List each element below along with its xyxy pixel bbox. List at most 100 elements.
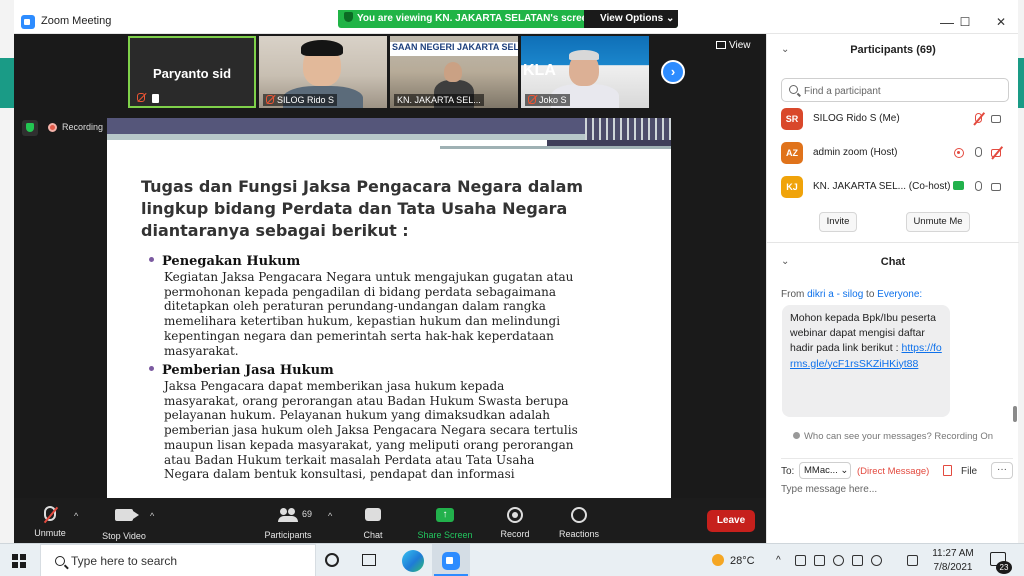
recording-label: Recording: [62, 122, 104, 132]
mic-muted-icon[interactable]: [973, 112, 985, 126]
participant-row[interactable]: SR SILOG Rido S (Me): [781, 108, 1011, 132]
mic-icon[interactable]: [973, 181, 985, 193]
view-button[interactable]: View: [716, 40, 751, 51]
pin-icon: [152, 94, 159, 103]
tray-app-icon[interactable]: [871, 555, 882, 566]
record-button[interactable]: Record: [498, 506, 532, 539]
slide-bullet: Pemberian Jasa Hukum Jaksa Pengacara dap…: [149, 363, 649, 482]
participant-hair: [569, 50, 599, 60]
video-tile[interactable]: SAAN NEGERI JAKARTA SELATA KN. JAKARTA S…: [390, 36, 518, 108]
person-icon: [792, 432, 800, 439]
participant-head: [444, 62, 462, 82]
reactions-button[interactable]: Reactions: [558, 506, 600, 539]
participants-title: Participants (69): [850, 44, 936, 56]
taskbar-clock[interactable]: 11:27 AM 7/8/2021: [926, 547, 980, 575]
share-screen-button[interactable]: ↑ Share Screen: [414, 506, 476, 540]
sender-name[interactable]: dikri a - silog: [807, 289, 863, 300]
shield-icon: [344, 12, 353, 22]
unmute-button[interactable]: Unmute: [32, 506, 68, 538]
background-accent: [0, 58, 14, 108]
cortana-icon[interactable]: [325, 553, 339, 567]
zoom-taskbar-icon[interactable]: [442, 552, 460, 570]
task-view-icon[interactable]: [362, 554, 376, 566]
video-tile[interactable]: Paryanto sid: [128, 36, 256, 108]
slide-bullet: Penegakan Hukum Kegiatan Jaksa Pengacara…: [149, 254, 649, 358]
banner-text: You are viewing KN. JAKARTA SELATAN's sc…: [357, 13, 594, 24]
chat-title: Chat: [880, 256, 906, 268]
tray-app-icon[interactable]: [795, 555, 806, 566]
tray-overflow-button[interactable]: ^: [776, 555, 781, 566]
weather-sun-icon: [712, 554, 724, 566]
mic-icon[interactable]: [973, 147, 985, 159]
background-right: [1018, 0, 1024, 543]
bullet-title: Pemberian Jasa Hukum: [162, 363, 334, 378]
unmute-me-button[interactable]: Unmute Me: [906, 212, 970, 232]
camera-icon[interactable]: [991, 181, 1003, 193]
search-icon: [55, 556, 65, 566]
chat-button[interactable]: Chat: [358, 506, 388, 540]
stop-video-button[interactable]: Stop Video: [98, 506, 150, 541]
participants-caret[interactable]: ^: [328, 511, 332, 521]
shield-icon[interactable]: [22, 120, 38, 136]
participants-label: Participants: [264, 530, 312, 540]
bullet-dot: [149, 366, 154, 371]
unmute-label: Unmute: [34, 528, 66, 538]
chat-input[interactable]: Type message here...: [781, 484, 877, 495]
bullet-text: Kegiatan Jaksa Pengacara Negara untuk me…: [164, 270, 574, 358]
weather-widget[interactable]: 28°C: [712, 554, 755, 567]
video-icon: [115, 509, 139, 521]
invite-button[interactable]: Invite: [819, 212, 857, 232]
close-button[interactable]: ✕: [984, 13, 1018, 31]
tray-app-icon[interactable]: [833, 555, 844, 566]
mic-muted-icon: [137, 93, 145, 102]
tray-app-icon[interactable]: [814, 555, 825, 566]
bullet-text: Jaksa Pengacara dapat memberikan jasa hu…: [164, 379, 578, 482]
participant-hair: [301, 40, 343, 56]
who-can-see-notice[interactable]: Who can see your messages? Recording On: [767, 431, 1019, 442]
background-brand: KLA: [523, 62, 556, 79]
view-label: View: [729, 40, 751, 51]
slide-heading: Tugas dan Fungsi Jaksa Pengacara Negara …: [141, 177, 584, 240]
leave-button[interactable]: Leave: [707, 510, 755, 532]
recording-indicator[interactable]: Recording: [48, 122, 103, 132]
file-button[interactable]: File: [961, 466, 977, 477]
tile-name: SILOG Rido S: [277, 95, 335, 105]
record-icon: [507, 507, 523, 523]
tray-app-icon[interactable]: [852, 555, 863, 566]
view-options-button[interactable]: View Options ⌄: [584, 10, 678, 28]
video-strip: Paryanto sid SILOG Rido S SAAN NEGERI JA…: [14, 34, 766, 112]
volume-icon[interactable]: [907, 555, 918, 566]
participant-row[interactable]: KJ KN. JAKARTA SEL... (Co-host): [781, 176, 1011, 200]
tile-name: Joko S: [539, 95, 567, 105]
participant-search-input[interactable]: [804, 83, 1004, 99]
video-tile[interactable]: SILOG Rido S: [259, 36, 387, 108]
video-options-caret[interactable]: ^: [150, 511, 154, 521]
video-tile[interactable]: KLA Joko S: [521, 36, 649, 108]
windows-start-icon[interactable]: [12, 554, 26, 568]
search-icon: [789, 85, 798, 94]
maximize-button[interactable]: ☐: [948, 13, 982, 31]
clock-time: 11:27 AM: [932, 548, 974, 559]
weather-temp: 28°C: [730, 555, 755, 567]
camera-off-icon[interactable]: [991, 146, 1003, 160]
participant-row[interactable]: AZ admin zoom (Host): [781, 142, 1011, 166]
share-screen-icon: [953, 181, 965, 190]
to-label: To:: [781, 466, 795, 477]
chat-scrollbar[interactable]: [1013, 406, 1017, 422]
more-options-button[interactable]: ···: [991, 462, 1013, 479]
avatar: SR: [781, 108, 803, 130]
taskbar-search[interactable]: [40, 544, 316, 576]
audio-options-caret[interactable]: ^: [74, 511, 78, 521]
participants-button[interactable]: 69 Participants: [258, 506, 318, 540]
screen: Zoom Meeting — ☐ ✕ You are viewing KN. J…: [0, 0, 1024, 576]
camera-icon[interactable]: [991, 113, 1003, 125]
recipient-select[interactable]: MMac... ⌄: [799, 462, 851, 479]
wifi-icon[interactable]: [890, 555, 901, 566]
taskbar-search-input[interactable]: [71, 553, 301, 569]
tile-big-name: Paryanto sid: [152, 66, 232, 81]
participant-search[interactable]: [781, 78, 1009, 102]
clock-date: 7/8/2021: [933, 562, 973, 573]
edge-icon[interactable]: [402, 550, 424, 572]
chevron-right-icon[interactable]: ›: [661, 60, 685, 84]
file-icon[interactable]: [943, 465, 952, 476]
